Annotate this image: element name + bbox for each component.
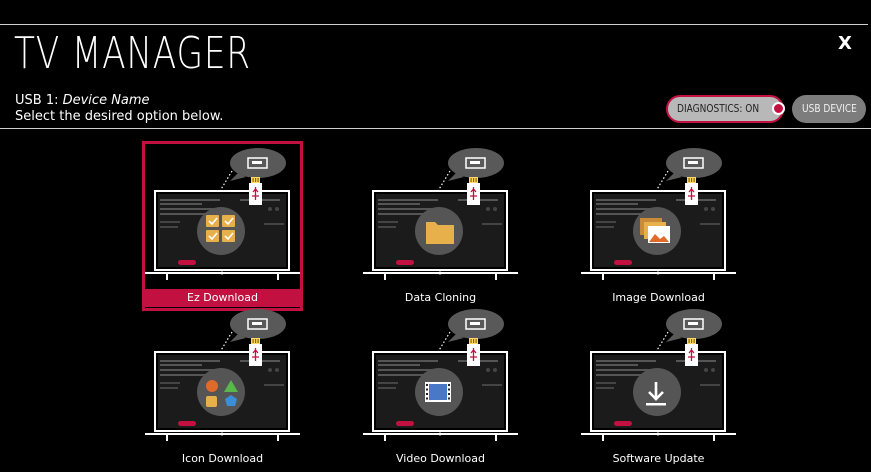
header-divider [0, 128, 871, 129]
checkbox-grid-icon [197, 207, 245, 255]
download-arrow-icon [633, 368, 681, 416]
page-title: TV MANAGER [14, 28, 251, 79]
option-label: Software Update [612, 452, 705, 465]
tv-stand-icon [363, 271, 518, 280]
device-name: Device Name [62, 93, 150, 108]
image-stack-icon [633, 207, 681, 255]
film-icon [415, 368, 463, 416]
tv-stand-icon [145, 432, 300, 441]
option-label: Icon Download [181, 452, 264, 465]
option-tile-video-download[interactable]: Video Download [362, 304, 519, 470]
status-dot-icon [772, 101, 786, 115]
close-icon[interactable]: X [835, 34, 855, 54]
diagnostics-label: DIAGNOSTICS: ON [677, 102, 760, 115]
tv-stand-icon [581, 271, 736, 280]
tv-stand-icon [363, 432, 518, 441]
device-prefix: USB 1: [15, 93, 63, 108]
option-tile-software-update[interactable]: Software Update [580, 304, 737, 470]
option-tile-data-cloning[interactable]: Data Cloning [362, 143, 519, 309]
top-divider [0, 24, 868, 25]
option-illustration [580, 143, 737, 291]
tv-stand-icon [581, 432, 736, 441]
option-label: Video Download [396, 452, 485, 465]
option-tile-icon-download[interactable]: Icon Download [144, 304, 301, 470]
folder-icon [415, 207, 463, 255]
option-illustration [362, 304, 519, 452]
usb-device-button[interactable]: USB DEVICE [792, 95, 866, 123]
option-illustration [144, 143, 301, 291]
page-subtitle: Select the desired option below. [15, 109, 224, 124]
option-illustration [144, 304, 301, 452]
option-tile-image-download[interactable]: Image Download [580, 143, 737, 309]
option-illustration [580, 304, 737, 452]
diagnostics-toggle[interactable]: DIAGNOSTICS: ON [666, 95, 786, 123]
option-tile-ez-download[interactable]: Ez Download [142, 141, 303, 311]
tv-stand-icon [145, 271, 300, 280]
option-illustration [362, 143, 519, 291]
device-line: USB 1: Device Name [15, 93, 150, 108]
shapes-icon [197, 368, 245, 416]
usb-device-label: USB DEVICE [801, 102, 857, 115]
